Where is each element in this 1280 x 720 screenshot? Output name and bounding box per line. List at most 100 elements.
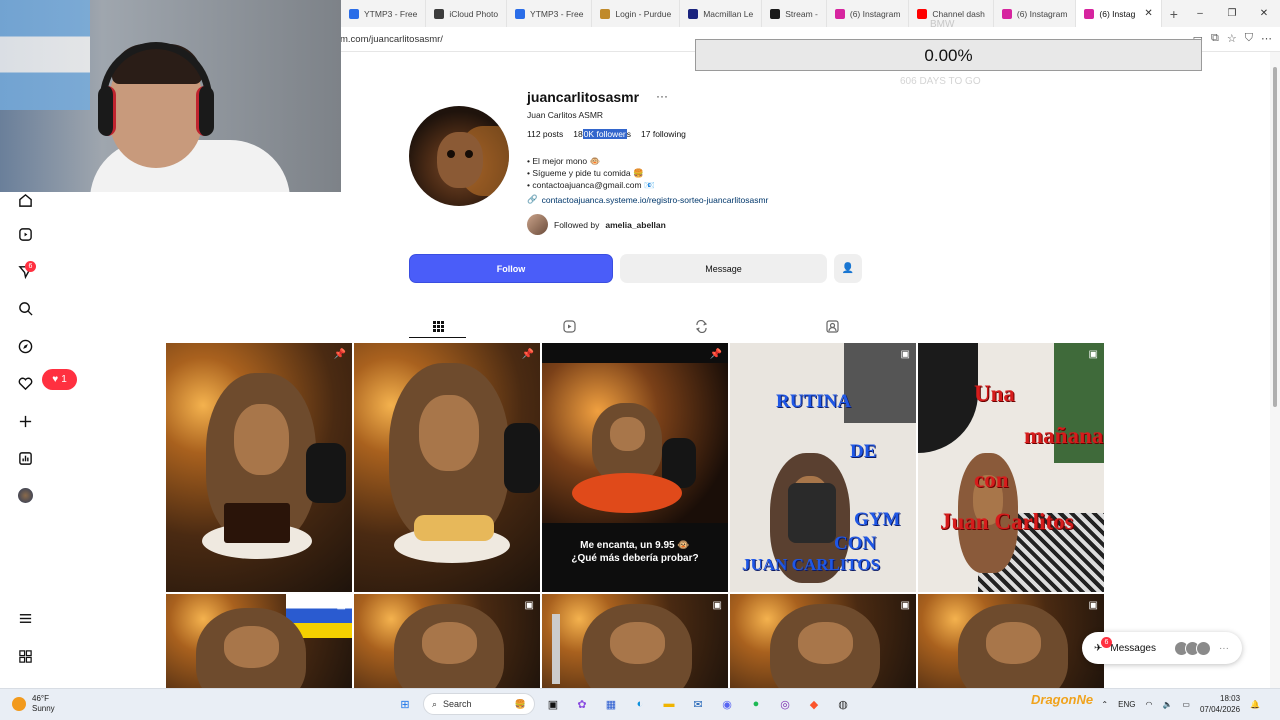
profile-link-text[interactable]: contactoajuanca.systeme.io/registro-sort… <box>542 195 769 205</box>
reel-icon: ▣ <box>712 600 722 611</box>
post-thumbnail[interactable]: ▣ <box>918 594 1104 688</box>
menu-icon[interactable] <box>17 610 33 626</box>
suggested-users-button[interactable]: 👤 <box>834 254 862 283</box>
url-field[interactable]: m.com/juancarlitosasmr/ <box>340 34 443 45</box>
tab-label: YTMP3 - Free <box>364 8 418 19</box>
clock[interactable]: 18:03 07/04/2026 <box>1200 693 1240 715</box>
scroll-thumb[interactable] <box>1273 67 1277 407</box>
threads-icon[interactable] <box>17 648 33 664</box>
backpack <box>788 483 836 543</box>
browser-tab[interactable]: YTMP3 - Free <box>341 0 427 27</box>
followers-count[interactable]: 180K followers <box>573 129 631 139</box>
messages-pill[interactable]: ✈ 6 Messages ··· <box>1082 632 1242 664</box>
minimize-button[interactable]: – <box>1184 8 1216 19</box>
tray-overflow-icon[interactable]: ⌃ <box>1101 700 1108 709</box>
message-button[interactable]: Message <box>620 254 827 283</box>
flag-decoration <box>0 0 90 110</box>
create-icon[interactable] <box>17 413 33 429</box>
followed-by[interactable]: Followed by amelia_abellan <box>527 214 666 235</box>
battery-icon[interactable]: ▭ <box>1182 700 1190 709</box>
pizza <box>572 473 682 513</box>
dashboard-icon[interactable] <box>17 450 33 466</box>
following-count[interactable]: 17 following <box>641 129 686 139</box>
profile-icon[interactable] <box>17 487 33 503</box>
post-thumbnail[interactable]: Me encanta, un 9.95 🐵 ¿Qué más debería p… <box>542 343 728 592</box>
headphone-right <box>196 86 214 136</box>
file-explorer-icon[interactable]: ▬ <box>658 693 680 715</box>
favorites-icon[interactable]: ☆ <box>1227 32 1237 45</box>
notification-pill[interactable]: ♥ 1 <box>42 369 77 390</box>
reel-icon: ▣ <box>900 349 910 360</box>
taskbar-search[interactable]: ⌕ Search 🍔 <box>423 693 535 715</box>
post-thumbnail[interactable]: 📌 <box>166 343 352 592</box>
browser-tab[interactable]: (6) Instag ✕ <box>1076 0 1162 27</box>
wifi-icon[interactable]: ◠ <box>1145 700 1152 709</box>
heart-icon[interactable] <box>17 375 33 391</box>
shield-icon[interactable]: ⛉ <box>1245 32 1253 45</box>
new-tab-button[interactable]: + <box>1162 6 1186 22</box>
store-icon[interactable]: ▦ <box>600 693 622 715</box>
outlook-icon[interactable]: ✉ <box>687 693 709 715</box>
home-icon[interactable] <box>17 192 33 208</box>
chrome-icon[interactable]: ◍ <box>832 693 854 715</box>
more-options-icon[interactable]: ··· <box>656 89 668 103</box>
browser-tab[interactable]: Login - Purdue <box>592 0 681 27</box>
spotify-icon[interactable]: ● <box>745 693 767 715</box>
post-thumbnail[interactable]: ▣ <box>166 594 352 688</box>
follow-button[interactable]: Follow <box>409 254 613 283</box>
browser-tab[interactable]: Stream - <box>762 0 827 27</box>
volume-icon[interactable]: 🔈 <box>1162 700 1172 709</box>
brave-icon[interactable]: ◆ <box>803 693 825 715</box>
tab-reposts[interactable] <box>694 319 708 333</box>
grid-icon <box>432 320 444 332</box>
browser-tab[interactable]: (6) Instagram <box>827 0 910 27</box>
post-thumbnail[interactable]: RUTINA DE GYM CON JUAN CARLITOS ▣ <box>730 343 916 592</box>
weather-condition: Sunny <box>32 704 55 713</box>
tab-label: (6) Instagram <box>1016 8 1068 19</box>
post-thumbnail[interactable]: Una mañana con Juan Carlitos ▣ <box>918 343 1104 592</box>
language-indicator[interactable]: ENG <box>1118 700 1135 709</box>
explore-icon[interactable] <box>17 338 33 354</box>
monkey-figure <box>394 604 504 688</box>
page-scrollbar[interactable] <box>1270 52 1280 688</box>
stream-brand-watermark: DragonNe <box>1031 692 1094 707</box>
notifications-icon[interactable]: 🔔 <box>1250 700 1260 709</box>
toolbar-icons: ▭ ⧉ ☆ ⛉ ⋯ <box>1193 32 1272 45</box>
edge-icon[interactable]: ◐ <box>629 693 651 715</box>
weather-widget[interactable]: 46°F Sunny <box>12 694 55 714</box>
task-view-icon[interactable]: ▣ <box>542 693 564 715</box>
tab-tagged[interactable] <box>825 319 839 333</box>
close-tab-icon[interactable]: ✕ <box>1144 8 1152 19</box>
copilot-icon[interactable]: ✿ <box>571 693 593 715</box>
extensions-icon[interactable]: ⧉ <box>1211 32 1219 45</box>
reel-icon: ▣ <box>336 600 346 611</box>
reels-icon[interactable] <box>17 226 33 242</box>
search-icon[interactable] <box>17 300 33 316</box>
post-thumbnail[interactable]: 📌 <box>354 343 540 592</box>
maximize-button[interactable]: ❐ <box>1216 8 1248 19</box>
browser-tab[interactable]: Macmillan Le <box>680 0 763 27</box>
tab-label: Macmillan Le <box>703 8 754 19</box>
browser-tab[interactable]: (6) Instagram <box>994 0 1077 27</box>
obs-icon[interactable]: ◎ <box>774 693 796 715</box>
browser-tab[interactable]: iCloud Photo <box>426 0 508 27</box>
followers-prefix: 18 <box>573 129 583 139</box>
tab-reels[interactable] <box>562 319 576 333</box>
discord-icon[interactable]: ◉ <box>716 693 738 715</box>
monkey-figure <box>958 604 1068 688</box>
windows-start-icon[interactable]: ⊞ <box>394 693 416 715</box>
profile-avatar[interactable] <box>409 106 509 206</box>
profile-link[interactable]: 🔗 contactoajuanca.systeme.io/registro-so… <box>527 194 768 205</box>
thumb-text: mañana <box>1024 423 1104 448</box>
more-icon: ··· <box>1218 642 1229 654</box>
post-thumbnail[interactable]: ▣ <box>542 594 728 688</box>
tab-posts[interactable] <box>431 319 445 333</box>
post-thumbnail[interactable]: ▣ <box>730 594 916 688</box>
followed-by-user[interactable]: amelia_abellan <box>605 220 665 230</box>
close-window-button[interactable]: ✕ <box>1248 8 1280 19</box>
follower-avatar <box>527 214 548 235</box>
post-thumbnail[interactable]: ▣ <box>354 594 540 688</box>
tab-favicon-icon <box>770 8 781 19</box>
more-icon[interactable]: ⋯ <box>1261 32 1272 45</box>
browser-tab[interactable]: YTMP3 - Free <box>507 0 593 27</box>
